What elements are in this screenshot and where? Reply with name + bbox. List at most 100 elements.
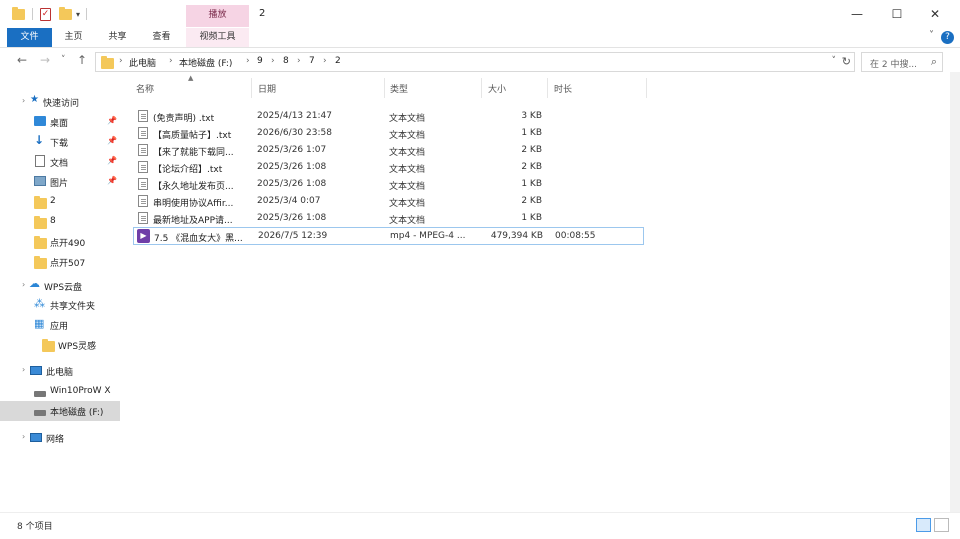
- sidebar-item-documents[interactable]: 文档 📌: [0, 152, 120, 172]
- large-icons-view-icon[interactable]: [934, 518, 949, 532]
- back-button[interactable]: ←: [17, 53, 27, 67]
- sidebar-item-folder-2[interactable]: 2: [0, 192, 120, 212]
- sidebar-label: 此电脑: [46, 368, 74, 378]
- breadcrumb-this-pc[interactable]: 此电脑: [129, 56, 156, 69]
- expand-ribbon-icon[interactable]: ˅: [929, 30, 934, 41]
- tab-file[interactable]: 文件: [7, 28, 52, 47]
- details-view-icon[interactable]: [916, 518, 931, 532]
- tab-share[interactable]: 共享: [100, 28, 135, 47]
- customize-toolbar-icon[interactable]: ▾: [76, 10, 80, 19]
- file-row[interactable]: 【永久地址发布页... 2025/3/26 1:08 文本文档 1 KB: [133, 176, 644, 193]
- forward-button[interactable]: →: [40, 53, 50, 67]
- file-row[interactable]: 串明使用协议Affir... 2025/3/4 0:07 文本文档 2 KB: [133, 193, 644, 210]
- breadcrumb-separator[interactable]: ›: [246, 56, 250, 66]
- column-divider[interactable]: [251, 78, 252, 98]
- pin-icon[interactable]: 📌: [107, 136, 117, 145]
- pin-icon[interactable]: 📌: [107, 116, 117, 125]
- pin-icon[interactable]: 📌: [107, 176, 117, 185]
- address-dropdown-icon[interactable]: ˅: [832, 56, 837, 66]
- column-header-size[interactable]: 大小: [488, 82, 506, 95]
- breadcrumb-7[interactable]: 7: [309, 56, 315, 66]
- column-header-date[interactable]: 日期: [258, 82, 276, 95]
- search-icon[interactable]: ⌕: [931, 55, 937, 69]
- expand-chevron-icon[interactable]: ›: [22, 280, 25, 289]
- column-divider[interactable]: [384, 78, 385, 98]
- breadcrumb-separator[interactable]: ›: [271, 56, 275, 66]
- breadcrumb-9[interactable]: 9: [257, 56, 263, 66]
- breadcrumb-2[interactable]: 2: [335, 56, 341, 66]
- refresh-icon[interactable]: ↻: [842, 55, 851, 68]
- file-row[interactable]: 【来了就能下载同... 2025/3/26 1:07 文本文档 2 KB: [133, 142, 644, 159]
- sidebar-item-apps[interactable]: ▦ 应用: [0, 315, 120, 335]
- sidebar-network[interactable]: › 网络: [0, 428, 120, 448]
- sidebar-wps-cloud[interactable]: › ☁ WPS云盘: [0, 276, 120, 296]
- sidebar-this-pc[interactable]: › 此电脑: [0, 361, 120, 381]
- folder-icon[interactable]: [12, 6, 25, 20]
- close-button[interactable]: ✕: [920, 4, 950, 24]
- sidebar-item-folder-8[interactable]: 8: [0, 212, 120, 232]
- search-box[interactable]: 在 2 中搜... ⌕: [861, 52, 943, 72]
- sidebar-item-folder-490[interactable]: 点开490: [0, 232, 120, 252]
- address-bar[interactable]: › 此电脑 › 本地磁盘 (F:) › 9 › 8 › 7 › 2 ˅ ↻: [95, 52, 855, 72]
- file-row[interactable]: (免责声明) .txt 2025/4/13 21:47 文本文档 3 KB: [133, 108, 644, 125]
- file-size: 3 KB: [521, 111, 542, 121]
- text-file-icon: [138, 195, 148, 207]
- expand-chevron-icon[interactable]: ›: [22, 365, 25, 374]
- file-name: 最新地址及APP请...: [153, 216, 233, 226]
- breadcrumb-separator[interactable]: ›: [323, 56, 327, 66]
- file-date: 2026/6/30 23:58: [257, 128, 332, 138]
- breadcrumb-separator[interactable]: ›: [169, 56, 173, 66]
- maximize-button[interactable]: ☐: [882, 4, 912, 24]
- column-divider[interactable]: [547, 78, 548, 98]
- breadcrumb-separator[interactable]: ›: [297, 56, 301, 66]
- breadcrumb-drive-f[interactable]: 本地磁盘 (F:): [179, 56, 232, 69]
- quick-access-toolbar: ✓ ▾: [12, 6, 88, 22]
- tab-video-tools[interactable]: 视频工具: [186, 28, 249, 47]
- column-header-duration[interactable]: 时长: [554, 82, 572, 95]
- up-button[interactable]: ↑: [77, 53, 87, 67]
- file-row[interactable]: 最新地址及APP请... 2025/3/26 1:08 文本文档 1 KB: [133, 210, 644, 227]
- column-divider[interactable]: [646, 78, 647, 98]
- sidebar-item-system-drive[interactable]: Win10ProW X: [0, 382, 120, 402]
- sidebar-label: 下载: [50, 139, 69, 149]
- file-row[interactable]: ▶ 7.5 《混血女大》黑... 2026/7/5 12:39 mp4 - MPEG-…: [133, 227, 644, 245]
- pin-icon[interactable]: 📌: [107, 156, 117, 165]
- column-divider[interactable]: [481, 78, 482, 98]
- sort-ascending-icon: ▲: [188, 74, 194, 82]
- title-bar: ✓ ▾ 播放 2 — ☐ ✕: [0, 0, 960, 28]
- text-file-icon: [138, 212, 148, 224]
- sidebar-item-drive-f[interactable]: 本地磁盘 (F:): [0, 401, 120, 421]
- video-tools-context-header[interactable]: 播放: [186, 5, 249, 27]
- sidebar-label: 本地磁盘 (F:): [50, 408, 104, 418]
- properties-icon[interactable]: ✓: [40, 7, 51, 21]
- sidebar-item-downloads[interactable]: ↓ 下载 📌: [0, 132, 120, 152]
- file-size: 1 KB: [521, 179, 542, 189]
- tab-view[interactable]: 查看: [144, 28, 179, 47]
- vertical-scrollbar[interactable]: [950, 72, 960, 512]
- tab-home[interactable]: 主页: [56, 28, 91, 47]
- breadcrumb-8[interactable]: 8: [283, 56, 289, 66]
- file-row[interactable]: 【论坛介绍】.txt 2025/3/26 1:08 文本文档 2 KB: [133, 159, 644, 176]
- help-icon[interactable]: ?: [941, 31, 954, 44]
- sidebar-item-shared-folder[interactable]: ⁂ 共享文件夹: [0, 295, 120, 315]
- recent-locations-button[interactable]: ˅: [61, 55, 66, 65]
- expand-chevron-icon[interactable]: ›: [22, 96, 25, 105]
- file-type: 文本文档: [389, 199, 426, 209]
- file-row[interactable]: 【高质量帖子】.txt 2026/6/30 23:58 文本文档 1 KB: [133, 125, 644, 142]
- expand-chevron-icon[interactable]: ›: [22, 432, 25, 441]
- sidebar-item-desktop[interactable]: 桌面 📌: [0, 112, 120, 132]
- new-folder-icon[interactable]: [59, 6, 72, 20]
- sidebar-quick-access[interactable]: › ★ 快速访问: [0, 92, 120, 112]
- sidebar-item-folder-507[interactable]: 点开507: [0, 252, 120, 272]
- breadcrumb-separator[interactable]: ›: [119, 56, 123, 66]
- sidebar-label: 8: [50, 216, 56, 226]
- column-header-name[interactable]: 名称: [136, 82, 154, 95]
- file-name: 串明使用协议Affir...: [153, 199, 234, 209]
- sidebar-item-wps-inspiration[interactable]: WPS灵感: [0, 335, 120, 355]
- column-header-type[interactable]: 类型: [390, 82, 408, 95]
- minimize-button[interactable]: —: [842, 4, 872, 24]
- file-date: 2025/4/13 21:47: [257, 111, 332, 121]
- sidebar-item-pictures[interactable]: 图片 📌: [0, 172, 120, 192]
- file-size: 2 KB: [521, 145, 542, 155]
- navigation-pane: › ★ 快速访问 桌面 📌 ↓ 下载 📌 文档 📌 图片 📌 2 8 点开490…: [0, 80, 120, 510]
